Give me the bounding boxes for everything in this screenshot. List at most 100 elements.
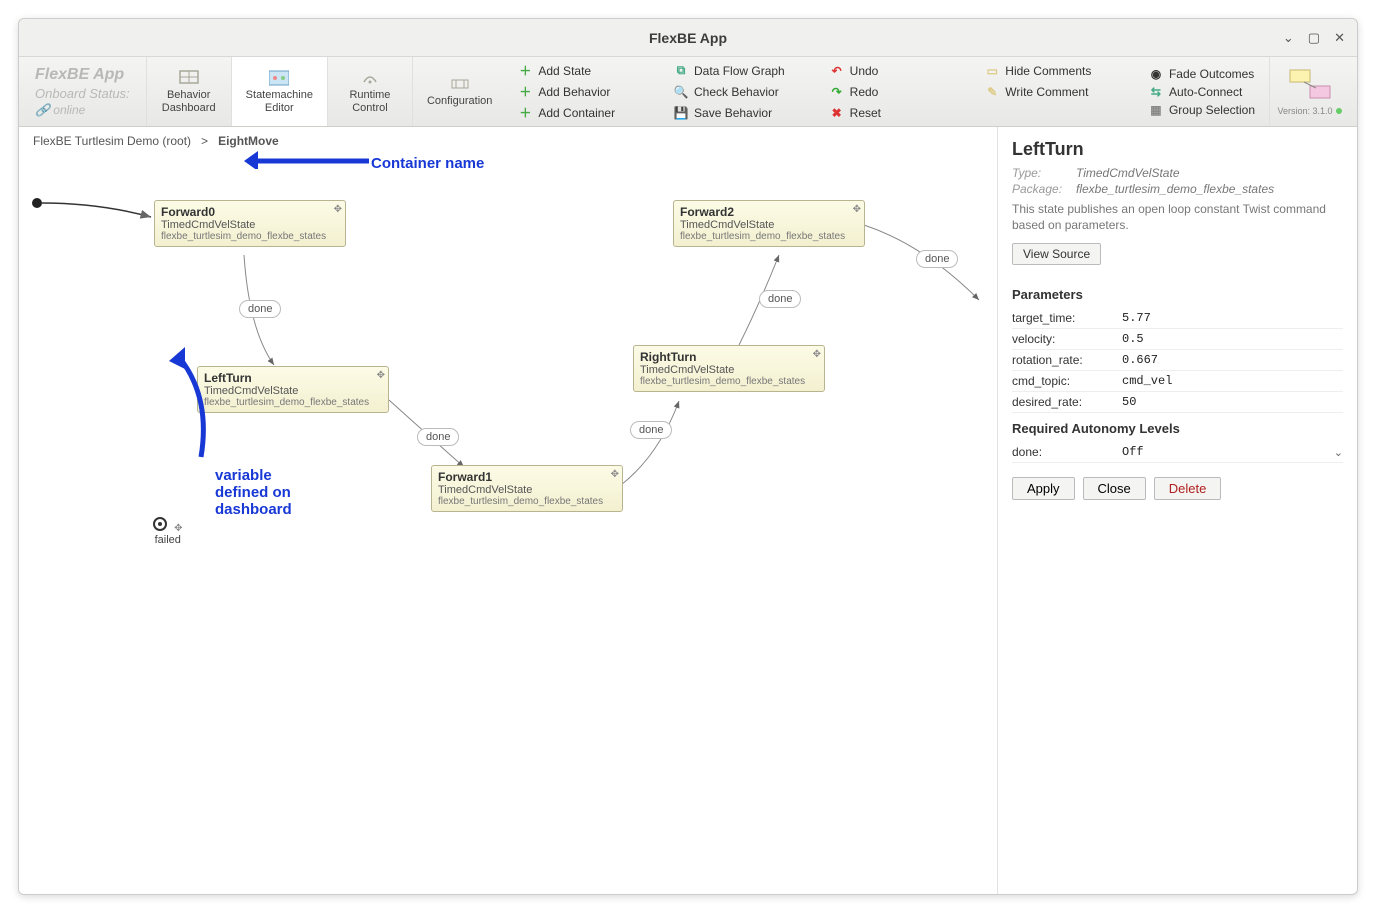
move-icon[interactable]: ✥ — [853, 204, 861, 215]
tab-label: Runtime Control — [349, 89, 390, 115]
param-rotation-rate[interactable]: rotation_rate:0.667 — [1012, 350, 1343, 371]
panel-title: LeftTurn — [1012, 139, 1343, 160]
toolbar: FlexBE App Onboard Status: 🔗 online Beha… — [19, 57, 1357, 127]
close-icon[interactable]: ✕ — [1334, 30, 1345, 46]
toolbar-status: FlexBE App Onboard Status: 🔗 online — [19, 57, 146, 126]
move-icon[interactable]: ✥ — [813, 349, 821, 360]
param-cmd-topic[interactable]: cmd_topic:cmd_vel — [1012, 371, 1343, 392]
close-button[interactable]: Close — [1083, 477, 1146, 500]
parameters-header: Parameters — [1012, 287, 1343, 302]
view-source-button[interactable]: View Source — [1012, 243, 1101, 265]
undo-button[interactable]: ↶Undo — [826, 61, 972, 80]
main-area: FlexBE Turtlesim Demo (root) > EightMove — [19, 127, 1357, 894]
move-icon[interactable]: ✥ — [611, 469, 619, 480]
title-bar: FlexBE App ⌄ ▢ ✕ — [19, 19, 1357, 57]
radio-on-icon: ◉ — [1149, 67, 1163, 81]
panel-type: Type:TimedCmdVelState — [1012, 166, 1343, 180]
fade-outcomes-toggle[interactable]: ◉Fade Outcomes — [1145, 66, 1259, 82]
reset-icon: ✖ — [830, 106, 844, 120]
runtime-icon — [360, 68, 380, 86]
toolbar-options: ◉Fade Outcomes ⇆Auto-Connect ▦Group Sele… — [1135, 57, 1269, 126]
comment-hide-icon: ▭ — [985, 64, 999, 78]
minimize-icon[interactable]: ⌄ — [1283, 30, 1294, 46]
apply-button[interactable]: Apply — [1012, 477, 1075, 500]
outcome-done[interactable]: done — [630, 421, 672, 439]
plus-icon: ＋ — [518, 85, 532, 99]
redo-icon: ↷ — [830, 85, 844, 99]
undo-icon: ↶ — [830, 64, 844, 78]
panel-description: This state publishes an open loop consta… — [1012, 202, 1343, 233]
redo-button[interactable]: ↷Redo — [826, 82, 972, 101]
group-icon: ▦ — [1149, 103, 1163, 117]
outcome-done[interactable]: done — [417, 428, 459, 446]
move-icon[interactable]: ✥ — [334, 204, 342, 215]
move-icon[interactable]: ✥ — [174, 523, 182, 534]
comment-write-icon: ✎ — [985, 85, 999, 99]
outcome-done[interactable]: done — [759, 290, 801, 308]
failed-label: failed — [153, 534, 182, 546]
panel-package: Package:flexbe_turtlesim_demo_flexbe_sta… — [1012, 182, 1343, 196]
app-window: FlexBE App ⌄ ▢ ✕ FlexBE App Onboard Stat… — [18, 18, 1358, 895]
add-behavior-button[interactable]: ＋Add Behavior — [514, 82, 660, 101]
auto-connect-button[interactable]: ⇆Auto-Connect — [1145, 84, 1259, 100]
param-desired-rate[interactable]: desired_rate:50 — [1012, 392, 1343, 413]
outcome-bullet-icon — [153, 517, 167, 531]
maximize-icon[interactable]: ▢ — [1308, 30, 1320, 46]
minimap-icon — [1286, 68, 1334, 104]
onboard-status-value: 🔗 online — [35, 103, 130, 117]
save-icon: 💾 — [674, 106, 688, 120]
autonomy-done[interactable]: done: Off ⌄ — [1012, 442, 1343, 463]
add-state-button[interactable]: ＋Add State — [514, 61, 660, 80]
param-target-time[interactable]: target_time:5.77 — [1012, 308, 1343, 329]
panel-buttons: Apply Close Delete — [1012, 477, 1343, 500]
state-leftturn[interactable]: ✥ LeftTurn TimedCmdVelState flexbe_turtl… — [197, 366, 389, 413]
tab-label: Statemachine Editor — [246, 89, 313, 115]
chevron-down-icon[interactable]: ⌄ — [1334, 446, 1343, 459]
outcome-done[interactable]: done — [916, 250, 958, 268]
state-forward2[interactable]: ✥ Forward2 TimedCmdVelState flexbe_turtl… — [673, 200, 865, 247]
breadcrumb-root[interactable]: FlexBE Turtlesim Demo (root) — [29, 133, 195, 149]
check-behavior-button[interactable]: 🔍Check Behavior — [670, 82, 816, 101]
breadcrumb-current[interactable]: EightMove — [214, 133, 283, 149]
tab-behavior-dashboard[interactable]: Behavior Dashboard — [146, 57, 231, 126]
add-container-button[interactable]: ＋Add Container — [514, 103, 660, 122]
canvas-area[interactable]: FlexBE Turtlesim Demo (root) > EightMove — [19, 127, 997, 894]
canvas[interactable]: done done done done done ✥ Forward0 Time… — [19, 155, 997, 894]
version-label: Version: 3.1.0 — [1277, 106, 1341, 116]
data-flow-graph-button[interactable]: ⧉Data Flow Graph — [670, 61, 816, 80]
tab-configuration[interactable]: Configuration — [412, 57, 506, 126]
state-forward0[interactable]: ✥ Forward0 TimedCmdVelState flexbe_turtl… — [154, 200, 346, 247]
move-icon[interactable]: ✥ — [377, 370, 385, 381]
window-title: FlexBE App — [649, 30, 727, 46]
toolbar-actions: ＋Add State ⧉Data Flow Graph ↶Undo ▭Hide … — [506, 57, 1135, 126]
state-rightturn[interactable]: ✥ RightTurn TimedCmdVelState flexbe_turt… — [633, 345, 825, 392]
dashboard-icon — [179, 68, 199, 86]
outcome-failed[interactable]: ✥ failed — [153, 517, 182, 546]
configuration-icon — [450, 74, 470, 92]
properties-panel: LeftTurn Type:TimedCmdVelState Package:f… — [997, 127, 1357, 894]
search-icon: 🔍 — [674, 85, 688, 99]
tab-statemachine-editor[interactable]: Statemachine Editor — [231, 57, 327, 126]
tab-runtime-control[interactable]: Runtime Control — [327, 57, 412, 126]
state-forward1[interactable]: ✥ Forward1 TimedCmdVelState flexbe_turtl… — [431, 465, 623, 512]
breadcrumb-sep: > — [195, 134, 214, 148]
delete-button[interactable]: Delete — [1154, 477, 1222, 500]
group-selection-button[interactable]: ▦Group Selection — [1145, 102, 1259, 118]
outcome-done[interactable]: done — [239, 300, 281, 318]
toolbar-minimap: Version: 3.1.0 — [1269, 57, 1349, 126]
breadcrumb: FlexBE Turtlesim Demo (root) > EightMove — [19, 127, 997, 155]
tab-label: Configuration — [427, 95, 492, 108]
graph-icon: ⧉ — [674, 64, 688, 78]
reset-button[interactable]: ✖Reset — [826, 103, 972, 122]
plus-icon: ＋ — [518, 64, 532, 78]
onboard-status-label: Onboard Status: — [35, 86, 130, 101]
connect-icon: ⇆ — [1149, 85, 1163, 99]
param-velocity[interactable]: velocity:0.5 — [1012, 329, 1343, 350]
plus-icon: ＋ — [518, 106, 532, 120]
hide-comments-button[interactable]: ▭Hide Comments — [981, 61, 1127, 80]
write-comment-button[interactable]: ✎Write Comment — [981, 82, 1127, 101]
tab-label: Behavior Dashboard — [162, 89, 216, 115]
app-logo: FlexBE App — [35, 66, 130, 84]
save-behavior-button[interactable]: 💾Save Behavior — [670, 103, 816, 122]
autonomy-header: Required Autonomy Levels — [1012, 421, 1343, 436]
